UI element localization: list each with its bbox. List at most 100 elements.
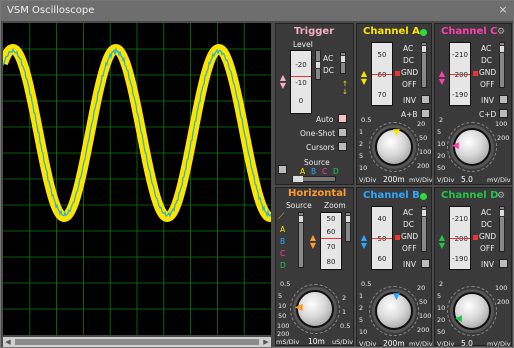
position-tick: -210 bbox=[452, 215, 468, 223]
horizontal-source-slider[interactable] bbox=[298, 212, 304, 268]
channel-position-display[interactable]: 40 50 60 bbox=[371, 206, 393, 270]
volts-div-value: 200m bbox=[383, 175, 405, 184]
channel-d-panel: Channel D ⚙ ▲ ▼ -210 -200 -190 AC DC GND … bbox=[434, 187, 512, 348]
switch-thumb[interactable] bbox=[340, 55, 346, 63]
selector-thumb[interactable] bbox=[293, 176, 303, 182]
position-indicator bbox=[473, 71, 478, 76]
volts-div-tick: 0.5 bbox=[361, 280, 372, 288]
timebase-tick: 1 bbox=[342, 308, 347, 316]
one-shot-button[interactable] bbox=[338, 128, 347, 137]
combine-label: C+D bbox=[479, 110, 497, 119]
position-tick: 50 bbox=[377, 235, 387, 243]
volts-div-tick: 20 bbox=[417, 284, 426, 292]
invert-label: INV bbox=[403, 260, 416, 269]
trigger-source-selector[interactable] bbox=[292, 176, 336, 182]
volts-div-value: 200m bbox=[383, 339, 405, 348]
channel-position-display[interactable]: -210 -200 -190 bbox=[449, 206, 471, 270]
position-marker bbox=[450, 74, 470, 75]
horizontal-panel: Horizontal Source Zoom ⟋ A B C D ▲ ▼ 50 6… bbox=[275, 187, 354, 346]
invert-button[interactable] bbox=[499, 259, 508, 268]
cursors-button[interactable] bbox=[338, 142, 347, 151]
combine-button[interactable] bbox=[421, 109, 430, 118]
channel-position-arrows-icon[interactable]: ▲ ▼ bbox=[437, 234, 447, 250]
trigger-scale-tick: 0 bbox=[298, 97, 304, 105]
combine-button[interactable] bbox=[499, 109, 508, 118]
switch-thumb[interactable] bbox=[421, 45, 427, 53]
auto-button[interactable] bbox=[338, 114, 347, 123]
trigger-coupling-switch[interactable] bbox=[340, 52, 346, 74]
horizontal-position-display[interactable]: 50 60 70 80 bbox=[320, 212, 342, 270]
scroll-left-icon[interactable]: ◀ bbox=[3, 337, 13, 347]
coupling-switch[interactable] bbox=[421, 206, 427, 252]
channel-c-panel: Channel C ⚙ ▲ ▼ -210 -200 -190 AC DC GND … bbox=[434, 23, 512, 185]
window-titlebar[interactable]: VSM Oscilloscope × bbox=[1, 1, 514, 21]
close-icon[interactable]: × bbox=[495, 2, 511, 18]
position-tick: -190 bbox=[452, 91, 468, 99]
channel-a-panel: Channel A ▲ ▼ 50 60 70 AC DC GND OFF INV … bbox=[356, 23, 433, 185]
invert-button[interactable] bbox=[421, 259, 430, 268]
timebase-tick: 100 bbox=[277, 322, 290, 330]
coupling-switch[interactable] bbox=[421, 42, 427, 88]
volts-div-tick: 5 bbox=[437, 128, 442, 136]
switch-thumb[interactable] bbox=[499, 209, 505, 217]
slider-thumb[interactable] bbox=[298, 215, 304, 223]
volts-div-tick: 100 bbox=[495, 120, 508, 128]
position-tick: 60 bbox=[377, 71, 387, 79]
position-indicator bbox=[395, 235, 400, 240]
trigger-level-slider[interactable] bbox=[315, 50, 321, 80]
coupling-switch[interactable] bbox=[499, 42, 505, 88]
slider-thumb[interactable] bbox=[315, 61, 321, 69]
volts-div-tick: 200 bbox=[497, 298, 510, 306]
coupling-dc-label: DC bbox=[403, 220, 415, 229]
coupling-dc-label: DC bbox=[481, 220, 493, 229]
volts-div-tick: 1 bbox=[359, 128, 364, 136]
trigger-edge-icon[interactable]: ↑ ↓ bbox=[340, 80, 350, 96]
slider-thumb[interactable] bbox=[345, 215, 351, 223]
trigger-scale-tick: -20 bbox=[295, 61, 307, 69]
channel-position-display[interactable]: 50 60 70 bbox=[371, 42, 393, 106]
channel-position-arrows-icon[interactable]: ▲ ▼ bbox=[437, 70, 447, 86]
volts-unit-right: mV/Div bbox=[409, 176, 433, 184]
timebase-tick: 5 bbox=[278, 292, 283, 300]
volts-div-tick: 10 bbox=[359, 328, 368, 336]
trigger-cursor-button[interactable] bbox=[278, 165, 287, 174]
channel-position-display[interactable]: -210 -200 -190 bbox=[449, 42, 471, 106]
trigger-scale-tick: -10 bbox=[295, 79, 307, 87]
position-indicator bbox=[395, 71, 400, 76]
switch-thumb[interactable] bbox=[499, 45, 505, 53]
scroll-right-icon[interactable]: ▶ bbox=[261, 337, 271, 347]
zoom-tick: 80 bbox=[326, 258, 336, 266]
trigger-dc-label: DC bbox=[323, 66, 335, 75]
horizontal-scrollbar[interactable]: ◀ ▶ bbox=[3, 337, 271, 347]
coupling-off-label: OFF bbox=[402, 80, 417, 89]
volts-div-tick: 5 bbox=[359, 152, 364, 160]
trigger-level-display[interactable]: -20 -10 0 bbox=[290, 50, 312, 114]
coupling-gnd-label: GND bbox=[479, 68, 497, 77]
volts-div-value: 5.0 bbox=[461, 175, 473, 184]
channel-settings-icon[interactable]: ⚙ bbox=[497, 191, 505, 201]
trigger-level-arrows-icon[interactable]: ▲ ▼ bbox=[278, 74, 288, 90]
channel-position-arrows-icon[interactable]: ▲ ▼ bbox=[359, 234, 369, 250]
volts-unit-left: V/Div bbox=[437, 340, 455, 348]
zoom-tick: 50 bbox=[326, 215, 336, 223]
position-tick: 70 bbox=[377, 91, 387, 99]
volts-div-knob[interactable] bbox=[453, 292, 491, 330]
timebase-tick: 0.5 bbox=[280, 280, 291, 288]
position-tick: -200 bbox=[452, 235, 468, 243]
invert-label: INV bbox=[403, 96, 416, 105]
zoom-slider[interactable] bbox=[345, 212, 351, 242]
position-marker bbox=[450, 238, 470, 239]
volts-unit-right: mV/Div bbox=[487, 340, 511, 348]
trigger-panel: Trigger Level ▲ ▼ -20 -10 0 AC DC ↑ ↓ Auto… bbox=[275, 23, 354, 185]
invert-button[interactable] bbox=[499, 95, 508, 104]
coupling-ac-label: AC bbox=[481, 44, 492, 53]
horizontal-position-arrows-icon[interactable]: ▲ ▼ bbox=[308, 234, 318, 250]
invert-button[interactable] bbox=[421, 95, 430, 104]
scrollbar-thumb[interactable] bbox=[15, 339, 259, 345]
volts-div-tick: 100 bbox=[495, 284, 508, 292]
channel-position-arrows-icon[interactable]: ▲ ▼ bbox=[359, 70, 369, 86]
position-tick: 50 bbox=[377, 51, 387, 59]
channel-settings-icon[interactable]: ⚙ bbox=[497, 27, 505, 37]
switch-thumb[interactable] bbox=[421, 209, 427, 217]
coupling-switch[interactable] bbox=[499, 206, 505, 252]
